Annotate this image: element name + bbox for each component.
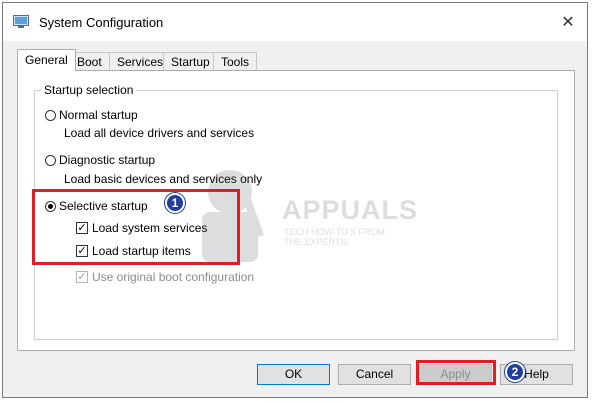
system-configuration-icon	[13, 15, 29, 28]
step-2-badge: 2	[505, 362, 525, 382]
normal-startup-description: Load all device drivers and services	[64, 126, 255, 140]
selective-startup-highlight	[32, 189, 240, 265]
radio-circle	[45, 154, 56, 166]
cancel-button[interactable]: Cancel	[338, 364, 411, 385]
tab-startup[interactable]: Startup	[163, 52, 218, 70]
apply-button-highlight	[416, 360, 496, 385]
tab-general[interactable]: General	[17, 49, 76, 71]
radio-circle	[45, 109, 56, 121]
step-1-badge: 1	[165, 193, 185, 213]
tab-services[interactable]: Services	[109, 52, 172, 70]
window-title: System Configuration	[39, 15, 164, 30]
use-original-boot-config-label: Use original boot configuration	[92, 270, 255, 284]
tab-tools[interactable]: Tools	[213, 52, 258, 70]
diagnostic-startup-radio[interactable]: Diagnostic startup	[45, 153, 155, 167]
startup-selection-legend: Startup selection	[41, 83, 137, 97]
diagnostic-startup-label: Diagnostic startup	[59, 153, 156, 167]
checkmark-icon: ✓	[76, 271, 88, 283]
use-original-boot-config-checkbox: ✓ Use original boot configuration	[76, 270, 254, 284]
close-icon[interactable]: ✕	[553, 7, 583, 37]
normal-startup-radio[interactable]: Normal startup	[45, 108, 138, 122]
normal-startup-label: Normal startup	[59, 108, 138, 122]
ok-button[interactable]: OK	[257, 364, 330, 385]
title-bar: System Configuration ✕	[3, 3, 587, 41]
diagnostic-startup-description: Load basic devices and services only	[64, 172, 263, 186]
